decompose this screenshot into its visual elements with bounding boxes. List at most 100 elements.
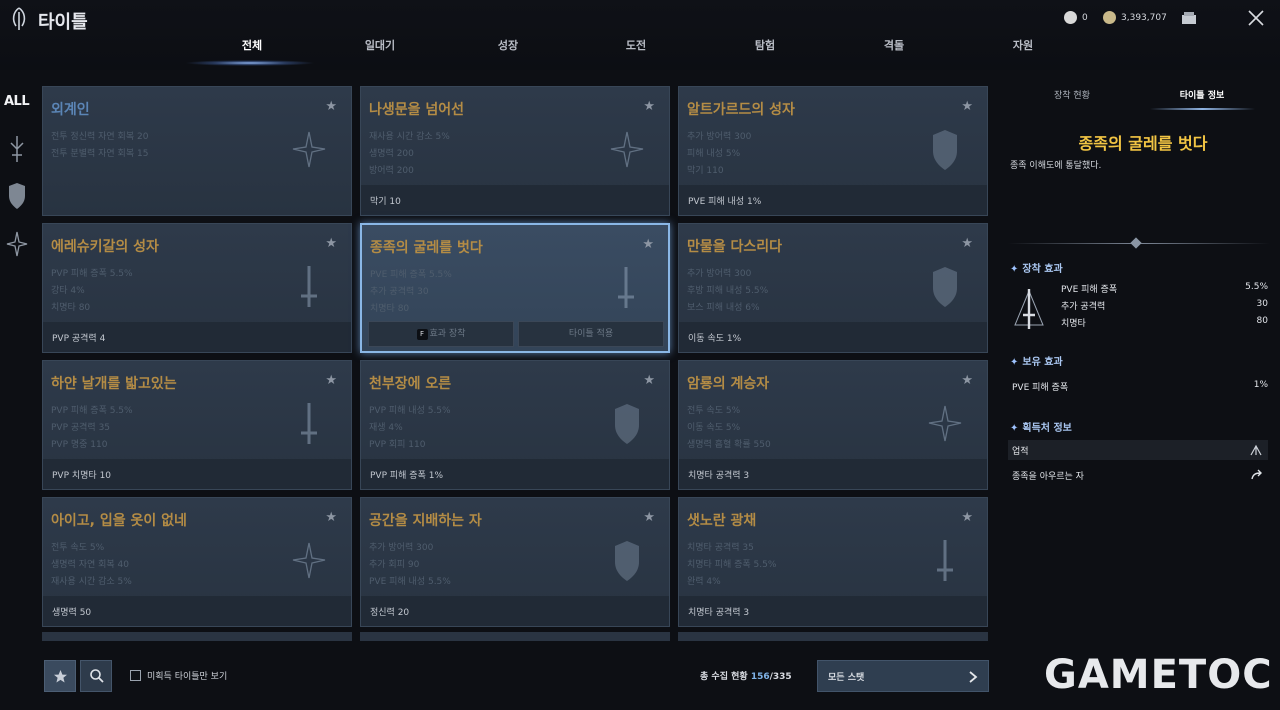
card-stat: 재사용 시간 감소 5% (51, 577, 132, 587)
tab-title-info[interactable]: 타이틀 정보 (1180, 88, 1225, 101)
tab-exploration[interactable]: 탐험 (755, 37, 775, 53)
owned-stat-label: PVE 피해 증폭 (1012, 383, 1069, 393)
equip-stat-label: 치명타 (1061, 319, 1086, 329)
favorites-filter-button[interactable] (44, 660, 76, 692)
tab-all[interactable]: 전체 (242, 37, 262, 53)
tab-equipped-status[interactable]: 장착 현황 (1054, 88, 1090, 101)
sparkle-emblem-icon (292, 542, 326, 579)
favorite-star-icon[interactable]: ★ (961, 510, 973, 525)
title-card[interactable]: 아이고, 입을 옷이 없네 ★ 전투 속도 5% 생명력 자연 회복 40 재사… (42, 497, 352, 627)
title-card[interactable]: 하얀 날개를 밟고있는 ★ PVP 피해 증폭 5.5% PVP 공격력 35 … (42, 360, 352, 490)
source-info-heading: ✦ 획득처 정보 (1010, 423, 1072, 434)
search-button[interactable] (80, 660, 112, 692)
card-stat: PVP 피해 증폭 5.5% (51, 406, 133, 416)
card-stat: 생명력 자연 회복 40 (51, 560, 129, 570)
all-stats-button[interactable]: 모든 스탯 (817, 660, 989, 692)
gold-coin-icon (1103, 11, 1116, 24)
card-stat: 이동 속도 5% (687, 423, 741, 433)
equip-effect-button[interactable]: F 효과 장착 (368, 321, 514, 347)
title-grid: 외계인 ★ 전투 정신력 자연 회복 20 전투 분별력 자연 회복 15 나생… (42, 86, 990, 641)
card-title: 암룡의 계승자 (687, 376, 770, 392)
card-title: 에레슈키갈의 성자 (51, 239, 159, 255)
currency-1: 0 (1064, 11, 1088, 24)
unacquired-only-checkbox[interactable] (130, 670, 141, 681)
favorite-star-icon[interactable]: ★ (961, 373, 973, 388)
title-card[interactable]: 외계인 ★ 전투 정신력 자연 회복 20 전투 분별력 자연 회복 15 (42, 86, 352, 216)
shield-emblem-icon (933, 130, 957, 170)
card-stat: 치명타 공격력 35 (687, 543, 754, 553)
sword-filter-icon[interactable] (6, 135, 28, 163)
sword-emblem-icon (301, 403, 317, 444)
favorite-star-icon[interactable]: ★ (325, 510, 337, 525)
chevron-right-icon (969, 671, 978, 683)
tab-chronicle[interactable]: 일대기 (365, 37, 395, 53)
favorite-star-icon[interactable]: ★ (643, 373, 655, 388)
page-title: 타이틀 (38, 12, 88, 33)
card-stat: 생명력 흡혈 확률 550 (687, 440, 771, 450)
card-stat: PVP 공격력 35 (51, 423, 111, 433)
card-stat: 피해 내성 5% (687, 149, 741, 159)
card-stat: 생명력 200 (369, 149, 414, 159)
title-card-partial[interactable] (360, 632, 670, 641)
title-card-partial[interactable] (42, 632, 352, 641)
tab-battle[interactable]: 격돌 (884, 37, 904, 53)
unacquired-only-label: 미획득 타이틀만 보기 (147, 672, 228, 682)
title-logo-icon (12, 7, 26, 30)
favorite-star-icon[interactable]: ★ (325, 236, 337, 251)
favorite-star-icon[interactable]: ★ (961, 99, 973, 114)
card-bonus: PVP 피해 증폭 1% (361, 459, 669, 489)
favorite-star-icon[interactable]: ★ (325, 373, 337, 388)
shield-emblem-icon (933, 267, 957, 307)
card-bonus: 치명타 공격력 3 (679, 459, 987, 489)
owned-effect-heading: ✦ 보유 효과 (1010, 357, 1063, 368)
tab-growth[interactable]: 성장 (498, 37, 518, 53)
sparkle-filter-icon[interactable] (6, 230, 28, 258)
shield-filter-icon[interactable] (6, 182, 28, 210)
title-card[interactable]: 공간을 지배하는 자 ★ 추가 방어력 300 추가 회피 90 PVE 피해 … (360, 497, 670, 627)
goto-arrow-icon[interactable] (1251, 469, 1263, 480)
favorite-star-icon[interactable]: ★ (325, 99, 337, 114)
title-card[interactable]: 나생문을 넘어선 ★ 재사용 시간 감소 5% 생명력 200 방어력 200 … (360, 86, 670, 216)
tab-challenge[interactable]: 도전 (626, 37, 646, 53)
favorite-star-icon[interactable]: ★ (642, 237, 654, 252)
card-stat: 치명타 피해 증폭 5.5% (687, 560, 777, 570)
card-bonus: 이동 속도 1% (679, 322, 987, 352)
star-icon (54, 670, 67, 683)
card-stat: PVE 피해 증폭 5.5% (370, 270, 452, 280)
card-stat: 재생 4% (369, 423, 403, 433)
title-card[interactable]: 천부장에 오른 ★ PVP 피해 내성 5.5% 재생 4% PVP 회피 11… (360, 360, 670, 490)
title-card[interactable]: 에레슈키갈의 성자 ★ PVP 피해 증폭 5.5% 강타 4% 치명타 80 … (42, 223, 352, 353)
card-title: 만물을 다스리다 (687, 239, 783, 255)
favorite-star-icon[interactable]: ★ (643, 99, 655, 114)
favorite-star-icon[interactable]: ★ (961, 236, 973, 251)
title-card[interactable]: 알트가르드의 성자 ★ 추가 방어력 300 피해 내성 5% 막기 110 P… (678, 86, 988, 216)
title-card[interactable]: 샛노란 광채 ★ 치명타 공격력 35 치명타 피해 증폭 5.5% 완력 4%… (678, 497, 988, 627)
category-tabs: 전체 일대기 성장 도전 탐험 격돌 자원 (200, 37, 1080, 67)
gem-icon (1064, 11, 1077, 24)
equip-stat-value: 5.5% (1245, 282, 1268, 292)
title-card[interactable]: 만물을 다스리다 ★ 추가 방어력 300 후방 피해 내성 5.5% 보스 피… (678, 223, 988, 353)
sword-emblem-icon (301, 266, 317, 307)
chest-icon[interactable] (1181, 11, 1197, 25)
tab-resources[interactable]: 자원 (1013, 37, 1033, 53)
collection-total: 총 수집 현황 156/335 (700, 672, 792, 682)
title-card[interactable]: 암룡의 계승자 ★ 전투 속도 5% 이동 속도 5% 생명력 흡혈 확률 55… (678, 360, 988, 490)
card-bonus: 정신력 20 (361, 596, 669, 626)
title-card-selected[interactable]: 종족의 굴레를 벗다 ★ PVE 피해 증폭 5.5% 추가 공격력 30 치명… (360, 223, 670, 353)
selected-title-name: 종족의 굴레를 벗다 (1078, 134, 1208, 153)
collection-count: 156 (750, 672, 770, 682)
equip-stat-value: 80 (1256, 316, 1268, 326)
card-stat: 치명타 80 (370, 304, 410, 314)
search-icon (90, 669, 104, 683)
card-stat: 방어력 200 (369, 166, 414, 176)
apply-title-button[interactable]: 타이틀 적용 (518, 321, 664, 347)
card-stat: 전투 속도 5% (687, 406, 741, 416)
card-stat: PVP 회피 110 (369, 440, 426, 450)
card-stat: 전투 정신력 자연 회복 20 (51, 132, 149, 142)
filter-all[interactable]: ALL (4, 94, 30, 109)
close-icon[interactable] (1246, 8, 1266, 28)
card-stat: 추가 방어력 300 (687, 269, 752, 279)
favorite-star-icon[interactable]: ★ (643, 510, 655, 525)
title-card-partial[interactable] (678, 632, 988, 641)
card-bonus: PVE 피해 내성 1% (679, 185, 987, 215)
